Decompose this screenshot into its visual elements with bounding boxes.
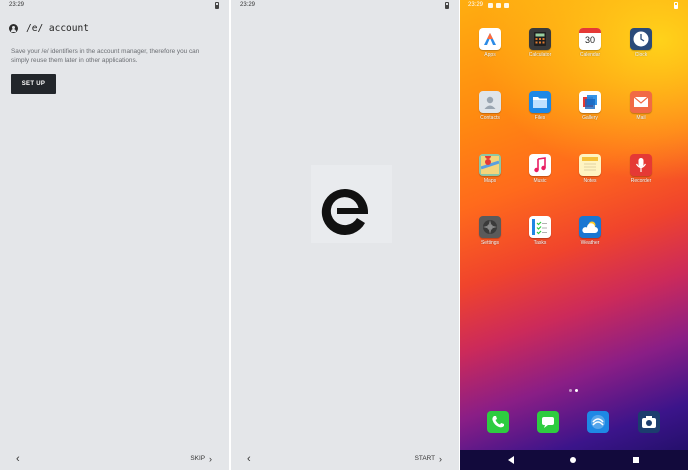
nav-home-icon[interactable] [570,457,576,463]
calendar-icon: 30 [579,28,601,50]
back-chevron-icon[interactable]: ‹ [16,454,20,465]
page-dot [569,389,572,392]
app-label: Notes [583,178,597,184]
home-screen: 23:29 Apps Calculator 30 Calendar Clock Conta… [460,0,688,470]
calendar-date: 30 [584,35,595,45]
status-time: 23:29 [468,2,484,8]
app-tasks[interactable]: Tasks [519,216,561,246]
start-label: START [414,455,435,462]
app-label: Files [534,115,546,121]
camera-icon[interactable] [638,411,660,433]
app-files[interactable]: Files [519,91,561,121]
battery-icon [445,2,449,9]
app-mail[interactable]: Mail [620,91,662,121]
app-contacts[interactable]: Contacts [469,91,511,121]
status-bar: 23:29 [460,0,688,12]
app-gallery[interactable]: Gallery [569,91,611,121]
notification-icon [488,3,493,8]
app-weather[interactable]: Weather [569,216,611,246]
account-description: Save your /e/ identifiers in the account… [11,48,200,64]
app-label: Calendar [579,52,601,58]
chevron-right-icon: › [209,453,212,464]
app-notes[interactable]: Notes [569,154,611,184]
app-label: Weather [580,240,600,246]
app-apps[interactable]: Apps [469,28,511,58]
system-navigation-bar [460,450,688,470]
start-button[interactable]: START › [414,453,442,464]
app-label: Maps [483,178,497,184]
status-bar: 23:29 [231,0,459,12]
app-maps[interactable]: Maps [469,154,511,184]
account-setup-screen: 23:29 /e/ account Save your /e/ identifi… [0,0,229,470]
app-recorder[interactable]: Recorder [620,154,662,184]
settings-icon [479,216,501,238]
notification-icons [488,3,509,8]
phone-icon[interactable] [487,411,509,433]
app-music[interactable]: Music [519,154,561,184]
page-dot [575,389,578,392]
tasks-icon [529,216,551,238]
skip-button[interactable]: SKIP › [190,453,212,464]
bottom-navigation: ‹ START › [231,450,459,470]
bottom-navigation: ‹ SKIP › [0,450,229,470]
messages-icon[interactable] [537,411,559,433]
files-icon [529,91,551,113]
e-logo-icon [321,188,368,235]
battery-icon [215,2,219,9]
app-settings[interactable]: Settings [469,216,511,246]
app-label: Gallery [582,115,598,121]
back-chevron-icon[interactable]: ‹ [247,454,251,465]
app-label: Settings [480,240,500,246]
app-label: Apps [484,52,496,58]
app-label: Tasks [533,240,547,246]
dock [487,411,662,435]
calculator-icon [529,28,551,50]
nav-back-icon[interactable] [508,456,514,464]
battery-icon [674,2,678,9]
account-circle-icon [9,24,18,33]
clock-icon [630,28,652,50]
page-title: /e/ account [26,23,89,34]
app-clock[interactable]: Clock [620,28,662,58]
app-label: Clock [634,52,648,58]
app-calendar[interactable]: 30 Calendar [569,28,611,58]
setup-button[interactable]: SET UP [11,74,56,94]
recorder-icon [630,154,652,176]
welcome-screen: 23:29 ‹ START › [231,0,459,470]
status-time: 23:29 [240,2,256,8]
app-label: Contacts [480,115,500,121]
account-header: /e/ account [9,23,89,34]
browser-icon[interactable] [587,411,609,433]
gallery-icon [579,91,601,113]
skip-label: SKIP [190,455,205,462]
maps-icon [479,154,501,176]
logo-container [311,165,392,243]
mail-icon [630,91,652,113]
nav-recents-icon[interactable] [633,457,639,463]
contacts-icon [479,91,501,113]
app-label: Calculator [528,52,552,58]
apps-icon [479,28,501,50]
notification-icon [504,3,509,8]
app-label: Mail [636,115,646,121]
weather-icon [579,216,601,238]
app-label: Music [533,178,547,184]
music-icon [529,154,551,176]
app-label: Recorder [630,178,652,184]
page-indicator [569,389,578,392]
status-time: 23:29 [9,2,25,8]
chevron-right-icon: › [439,453,442,464]
app-calculator[interactable]: Calculator [519,28,561,58]
notes-icon [579,154,601,176]
notification-icon [496,3,501,8]
status-bar: 23:29 [0,0,229,12]
